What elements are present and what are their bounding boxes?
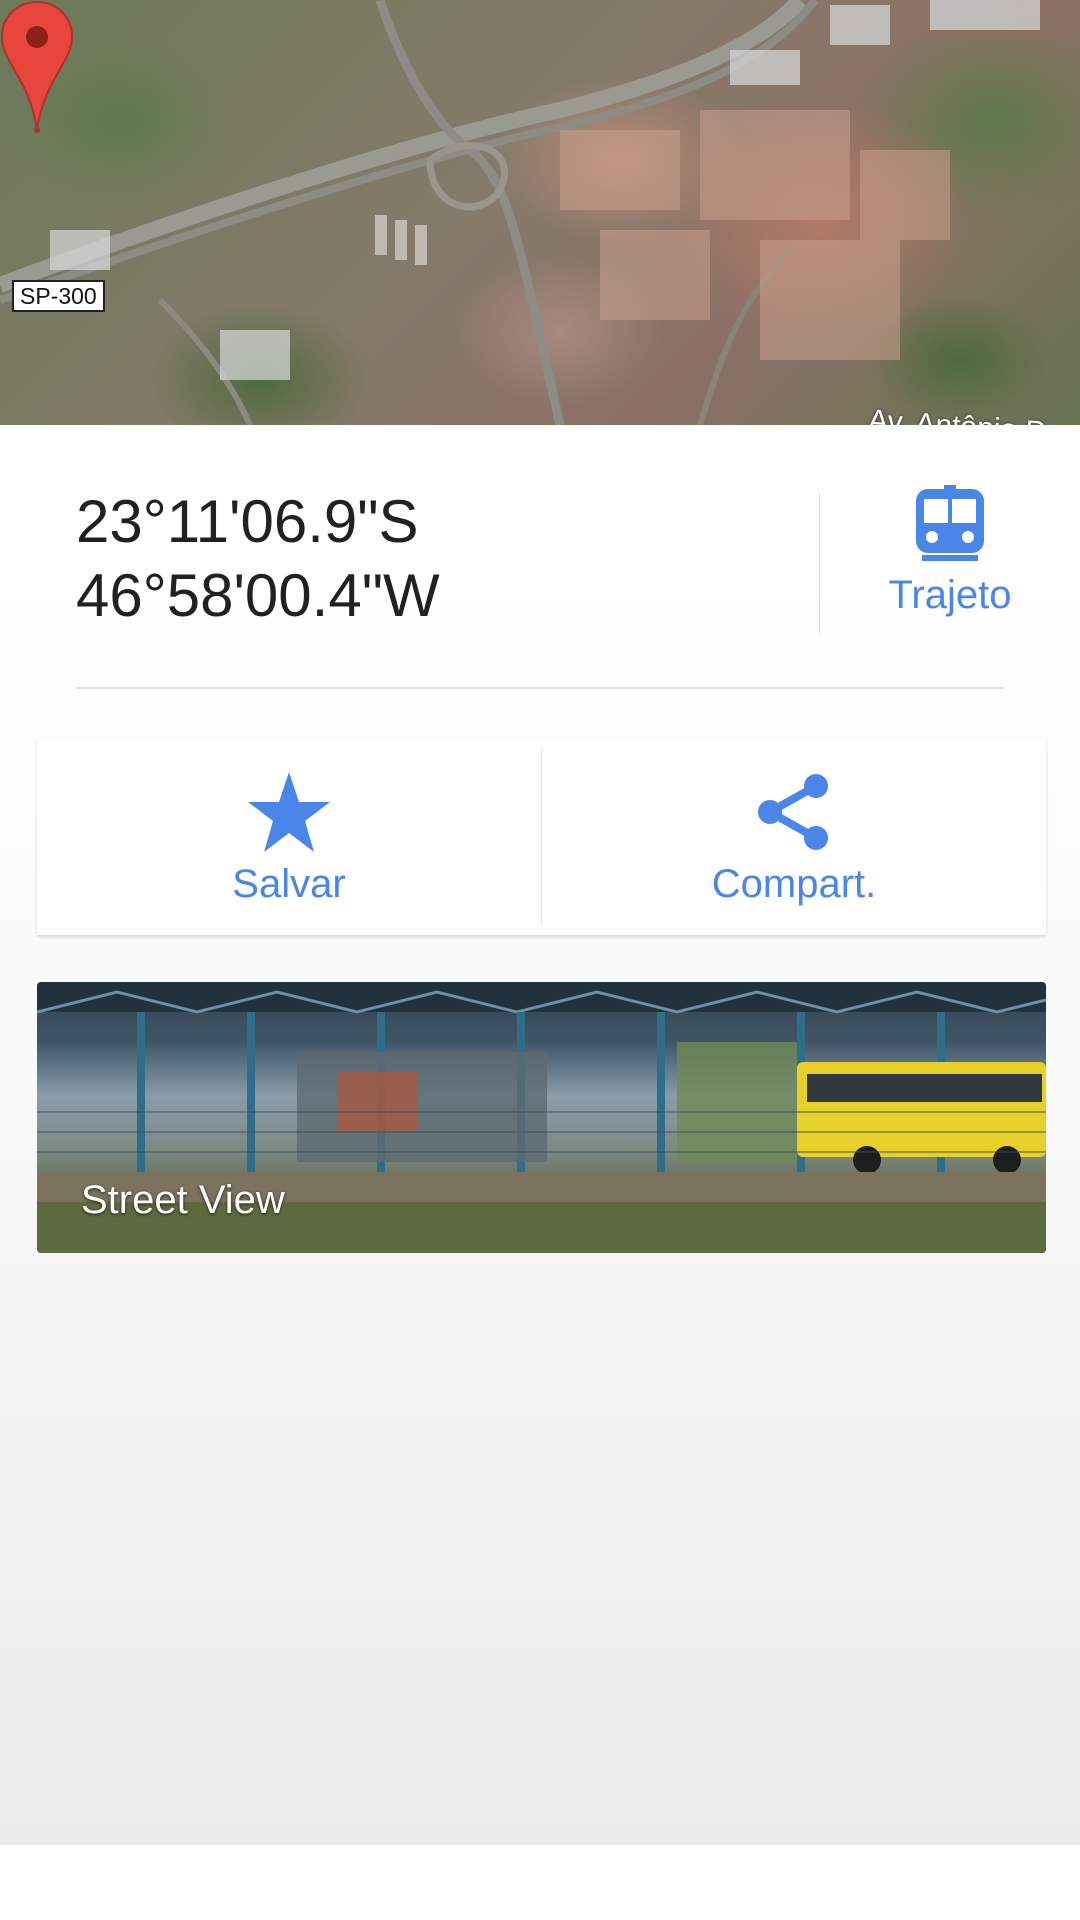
street-view-label: Street View (81, 1178, 285, 1222)
road-label: SP-300 (12, 280, 105, 312)
save-button[interactable]: Salvar (37, 738, 541, 935)
directions-label: Trajeto (888, 573, 1012, 617)
share-button[interactable]: Compart. (542, 738, 1046, 935)
share-icon (758, 774, 828, 850)
section-divider (76, 687, 1004, 689)
street-view-card[interactable]: Street View (37, 982, 1046, 1253)
latitude-text: 23°11'06.9"S (76, 488, 419, 555)
coordinates: 23°11'06.9"S 46°58'00.4"W (76, 485, 440, 633)
star-icon (248, 772, 330, 852)
share-label: Compart. (711, 862, 877, 906)
map-imagery (0, 0, 1040, 425)
save-label: Salvar (232, 862, 346, 906)
directions-button[interactable]: Trajeto (840, 485, 1060, 635)
map-pin-icon[interactable] (0, 0, 74, 134)
vertical-divider (819, 493, 820, 633)
transit-bus-icon (916, 485, 984, 561)
place-sheet: 23°11'06.9"S 46°58'00.4"W Trajeto Salvar (0, 425, 1080, 1845)
satellite-map[interactable]: SP-300 Av. Antônio P (0, 0, 1080, 425)
longitude-text: 46°58'00.4"W (76, 562, 440, 629)
action-card: Salvar Compart. (37, 738, 1046, 935)
